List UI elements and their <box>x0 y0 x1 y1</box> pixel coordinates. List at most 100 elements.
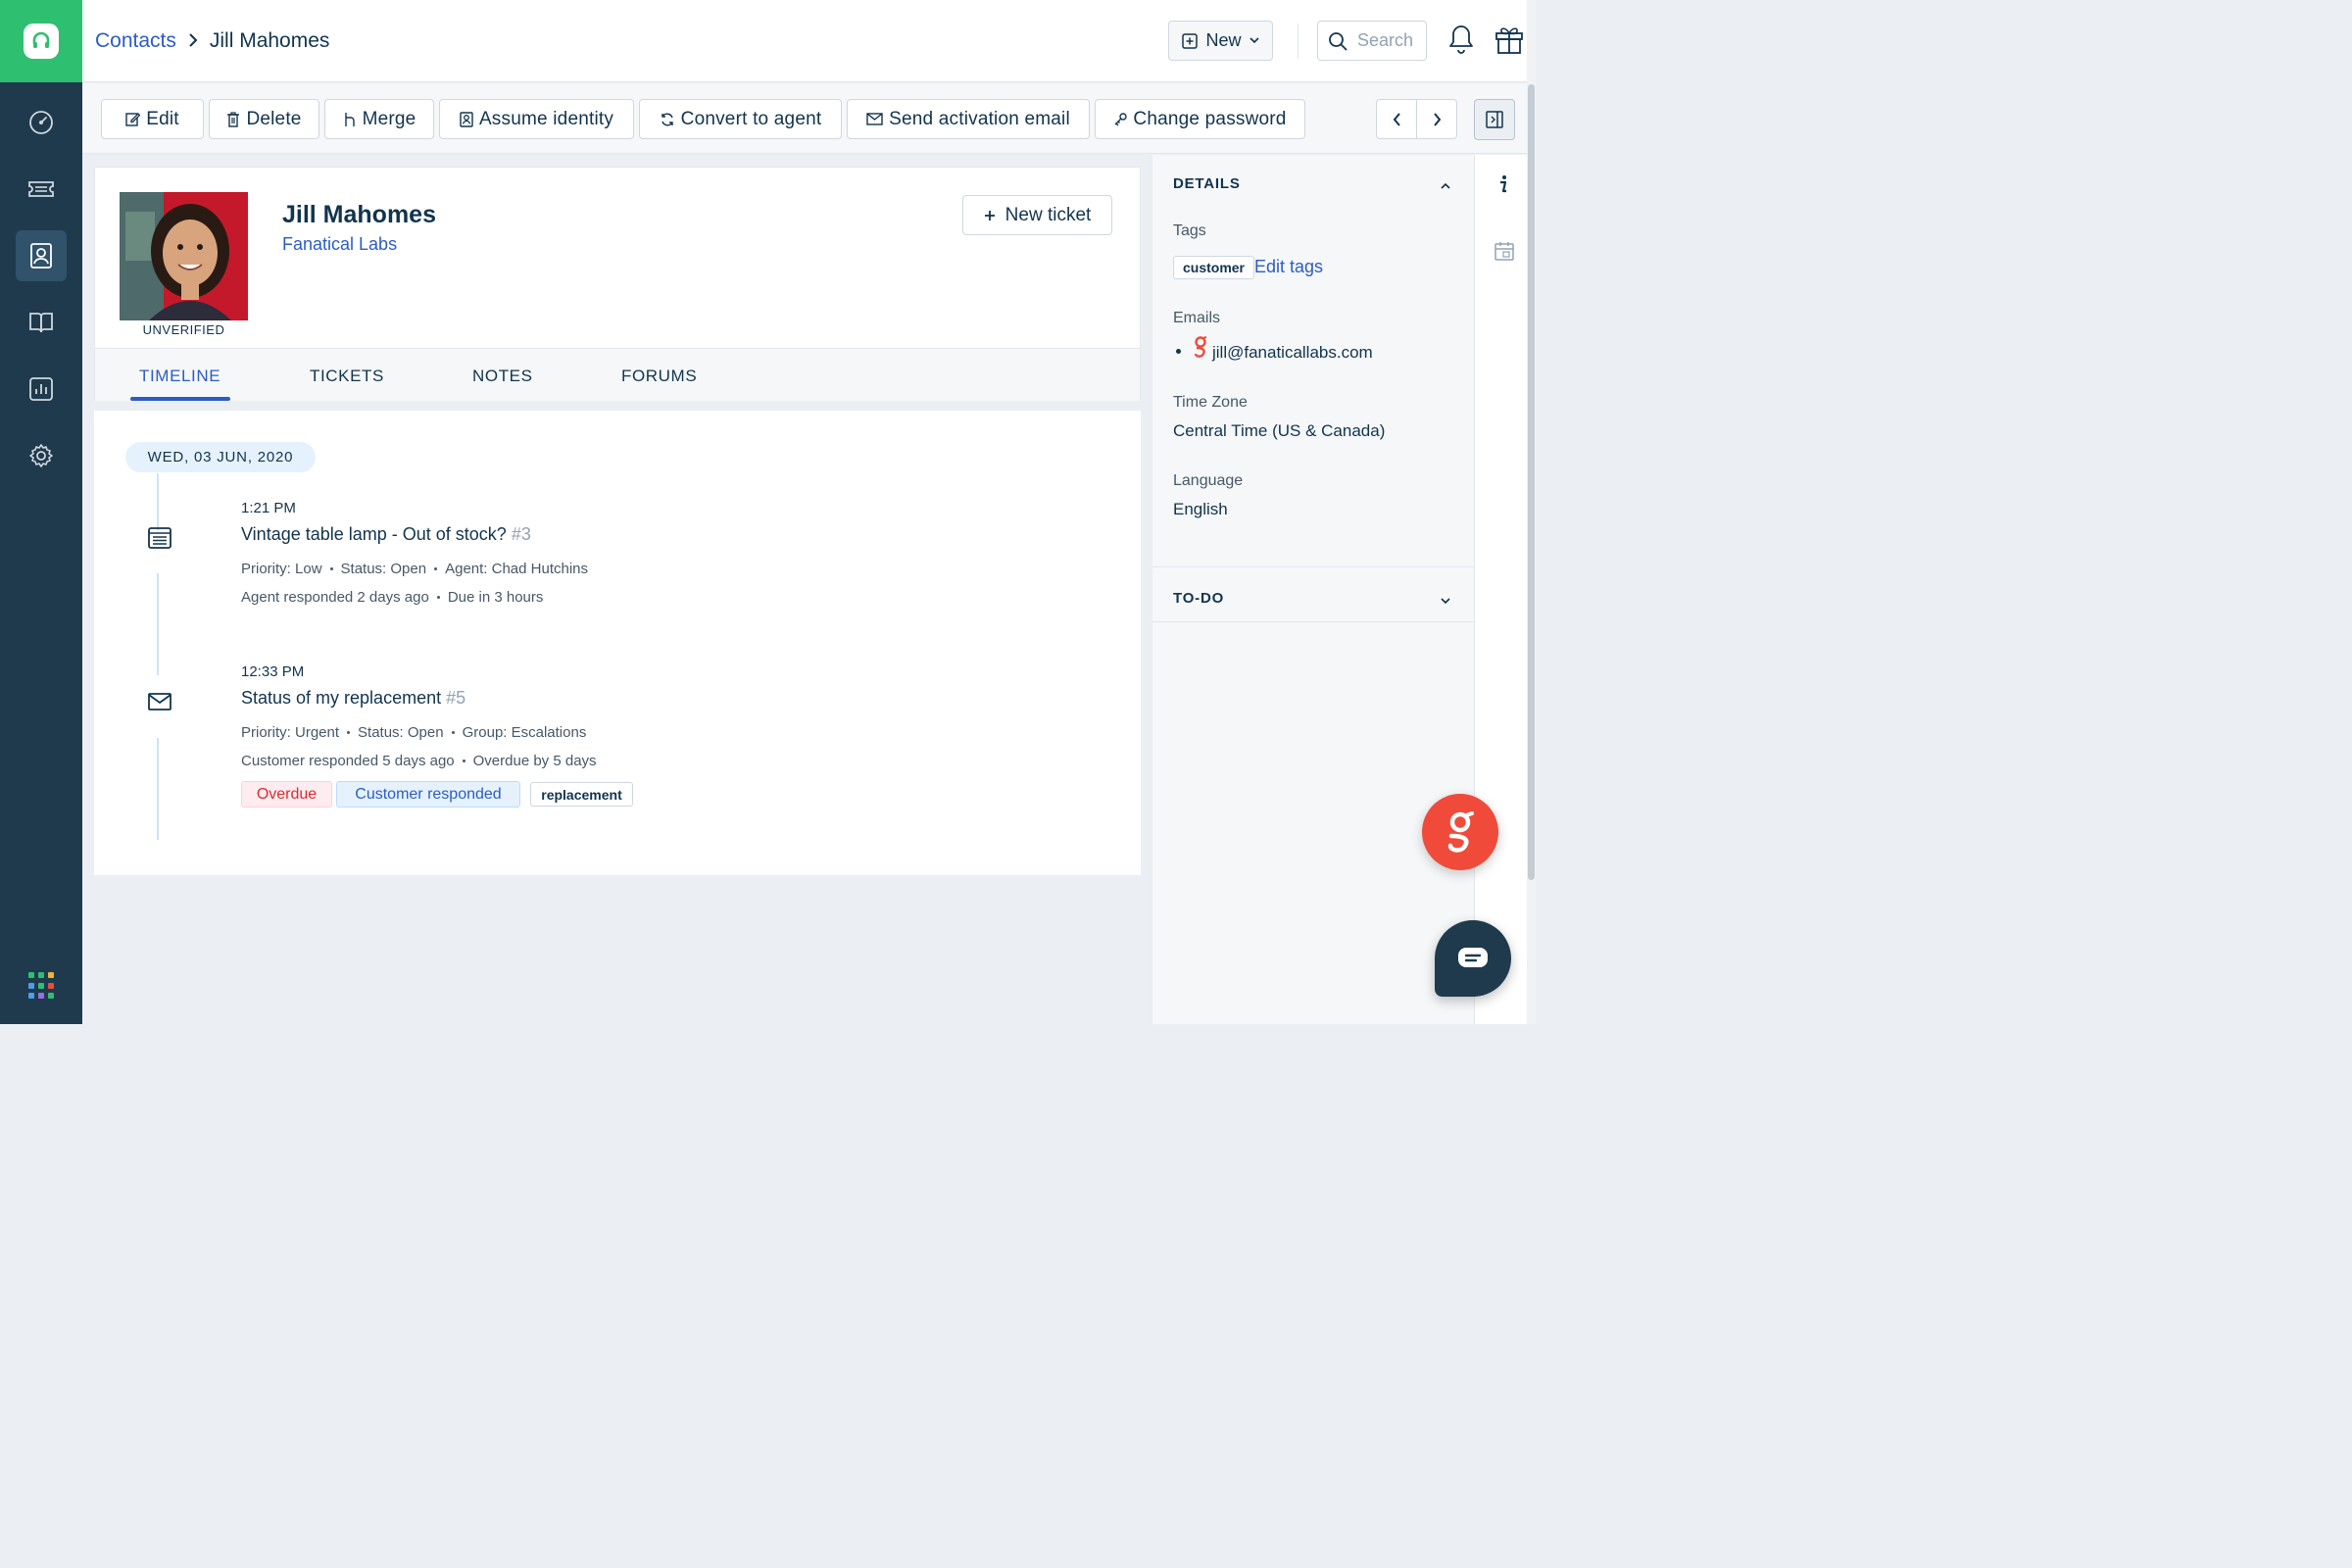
tab-tickets[interactable]: TICKETS <box>310 367 384 386</box>
edit-label: Edit <box>146 108 179 129</box>
edit-icon <box>125 113 141 126</box>
notifications-bell-icon[interactable] <box>1448 24 1474 60</box>
chevron-down-icon[interactable] <box>1441 592 1450 610</box>
plus-box-icon <box>1182 32 1199 49</box>
due-text: Due in 3 hours <box>447 589 544 606</box>
details-heading[interactable]: DETAILS <box>1173 175 1241 192</box>
ticket-number: #5 <box>446 688 466 708</box>
new-button[interactable]: New <box>1168 21 1273 61</box>
tickets-nav-icon[interactable] <box>16 164 67 215</box>
verification-status: UNVERIFIED <box>142 322 225 337</box>
convert-to-agent-button[interactable]: Convert to agent <box>639 99 842 139</box>
plus-icon <box>984 210 995 220</box>
admin-gear-icon[interactable] <box>16 430 67 481</box>
key-icon <box>1114 112 1128 125</box>
priority-text: Priority: Low <box>241 561 322 577</box>
section-divider <box>1152 621 1474 622</box>
event-meta: Priority: Urgent Status: Open Group: Esc… <box>241 724 586 741</box>
timezone-label: Time Zone <box>1173 394 1248 411</box>
chat-launcher-button[interactable] <box>1435 920 1511 997</box>
send-activation-email-button[interactable]: Send activation email <box>847 99 1090 139</box>
timeline-date: WED, 03 JUN, 2020 <box>125 442 316 472</box>
timeline-connector <box>157 573 159 675</box>
section-divider <box>1152 566 1474 567</box>
change-password-button[interactable]: Change password <box>1095 99 1305 139</box>
solutions-nav-icon[interactable] <box>16 297 67 348</box>
email-value[interactable]: jill@fanaticallabs.com <box>1212 343 1373 363</box>
timeline-connector <box>157 738 159 840</box>
toggle-sidebar-button[interactable] <box>1474 99 1515 140</box>
todo-heading[interactable]: TO-DO <box>1173 590 1224 607</box>
merge-label: Merge <box>362 108 416 129</box>
response-text: Customer responded 5 days ago <box>241 753 455 769</box>
gift-icon[interactable] <box>1494 24 1524 60</box>
next-record-button[interactable] <box>1417 100 1456 138</box>
trash-icon <box>227 111 240 127</box>
merge-icon <box>344 112 355 126</box>
top-header: Contacts Jill Mahomes New Search <box>82 0 1537 82</box>
chevron-up-icon[interactable] <box>1441 176 1450 194</box>
sidebar-widget-strip <box>1474 155 1527 1024</box>
edit-tags-link[interactable]: Edit tags <box>1254 257 1323 277</box>
contact-tabs: TIMELINE TICKETS NOTES FORUMS <box>95 348 1140 401</box>
app-switcher-icon[interactable] <box>28 972 56 1000</box>
app-logo[interactable] <box>0 0 82 82</box>
reports-nav-icon[interactable] <box>16 364 67 415</box>
identity-icon <box>460 111 473 127</box>
tab-forums[interactable]: FORUMS <box>621 367 697 386</box>
merge-button[interactable]: Merge <box>324 99 434 139</box>
new-button-label: New <box>1205 30 1242 50</box>
customer-tag: customer <box>1173 256 1254 279</box>
new-ticket-button[interactable]: New ticket <box>962 195 1112 235</box>
edit-button[interactable]: Edit <box>101 99 204 139</box>
search-input[interactable]: Search <box>1317 21 1427 61</box>
event-title: Vintage table lamp - Out of stock? <box>241 524 507 544</box>
scrollbar-thumb[interactable] <box>1528 84 1535 880</box>
event-meta: Priority: Low Status: Open Agent: Chad H… <box>241 561 588 577</box>
tab-timeline[interactable]: TIMELINE <box>139 367 220 386</box>
language-value: English <box>1173 500 1228 518</box>
contacts-nav-icon[interactable] <box>16 230 67 281</box>
customer-responded-badge: Customer responded <box>336 781 520 808</box>
headset-logo-icon <box>24 24 59 59</box>
overdue-badge: Overdue <box>241 781 332 808</box>
sidebar-collapse-icon <box>1486 111 1503 128</box>
event-time: 12:33 PM <box>241 663 305 680</box>
search-icon <box>1329 31 1348 50</box>
email-send-icon <box>866 112 883 125</box>
event-ticket-link[interactable]: Vintage table lamp - Out of stock? #3 <box>241 524 531 545</box>
dashboard-nav-icon[interactable] <box>16 97 67 148</box>
breadcrumb-contacts-link[interactable]: Contacts <box>95 29 176 53</box>
chat-bubble-icon <box>1458 948 1488 967</box>
previous-record-button[interactable] <box>1377 100 1417 138</box>
company-link[interactable]: Fanatical Labs <box>282 234 397 255</box>
breadcrumb: Contacts Jill Mahomes <box>95 29 329 53</box>
emails-label: Emails <box>1173 310 1221 326</box>
response-text: Agent responded 2 days ago <box>241 589 429 606</box>
info-icon[interactable] <box>1498 174 1508 199</box>
active-tab-indicator <box>130 397 230 401</box>
ticket-number: #3 <box>511 524 531 544</box>
breadcrumb-current: Jill Mahomes <box>209 29 330 52</box>
event-ticket-link[interactable]: Status of my replacement #5 <box>241 688 466 709</box>
replacement-tag[interactable]: replacement <box>530 782 633 807</box>
freddy-icon <box>1447 811 1474 853</box>
freddy-verified-icon <box>1194 336 1207 363</box>
change-password-label: Change password <box>1133 108 1287 129</box>
event-sla: Customer responded 5 days ago Overdue by… <box>241 753 597 769</box>
freddy-ai-button[interactable] <box>1422 794 1498 870</box>
timezone-value: Central Time (US & Canada) <box>1173 421 1386 440</box>
calendar-icon[interactable] <box>1494 241 1514 266</box>
chevron-left-icon <box>1393 112 1400 126</box>
tab-notes[interactable]: NOTES <box>472 367 533 386</box>
record-pager <box>1376 99 1457 139</box>
chevron-right-icon <box>188 31 198 52</box>
status-text: Status: Open <box>358 724 444 741</box>
assume-identity-button[interactable]: Assume identity <box>439 99 634 139</box>
delete-button[interactable]: Delete <box>209 99 319 139</box>
new-ticket-label: New ticket <box>1004 204 1092 225</box>
contact-profile-card: UNVERIFIED Jill Mahomes Fanatical Labs N… <box>94 167 1141 401</box>
email-icon <box>148 692 172 716</box>
group-text: Group: Escalations <box>462 724 587 741</box>
event-title: Status of my replacement <box>241 688 442 708</box>
